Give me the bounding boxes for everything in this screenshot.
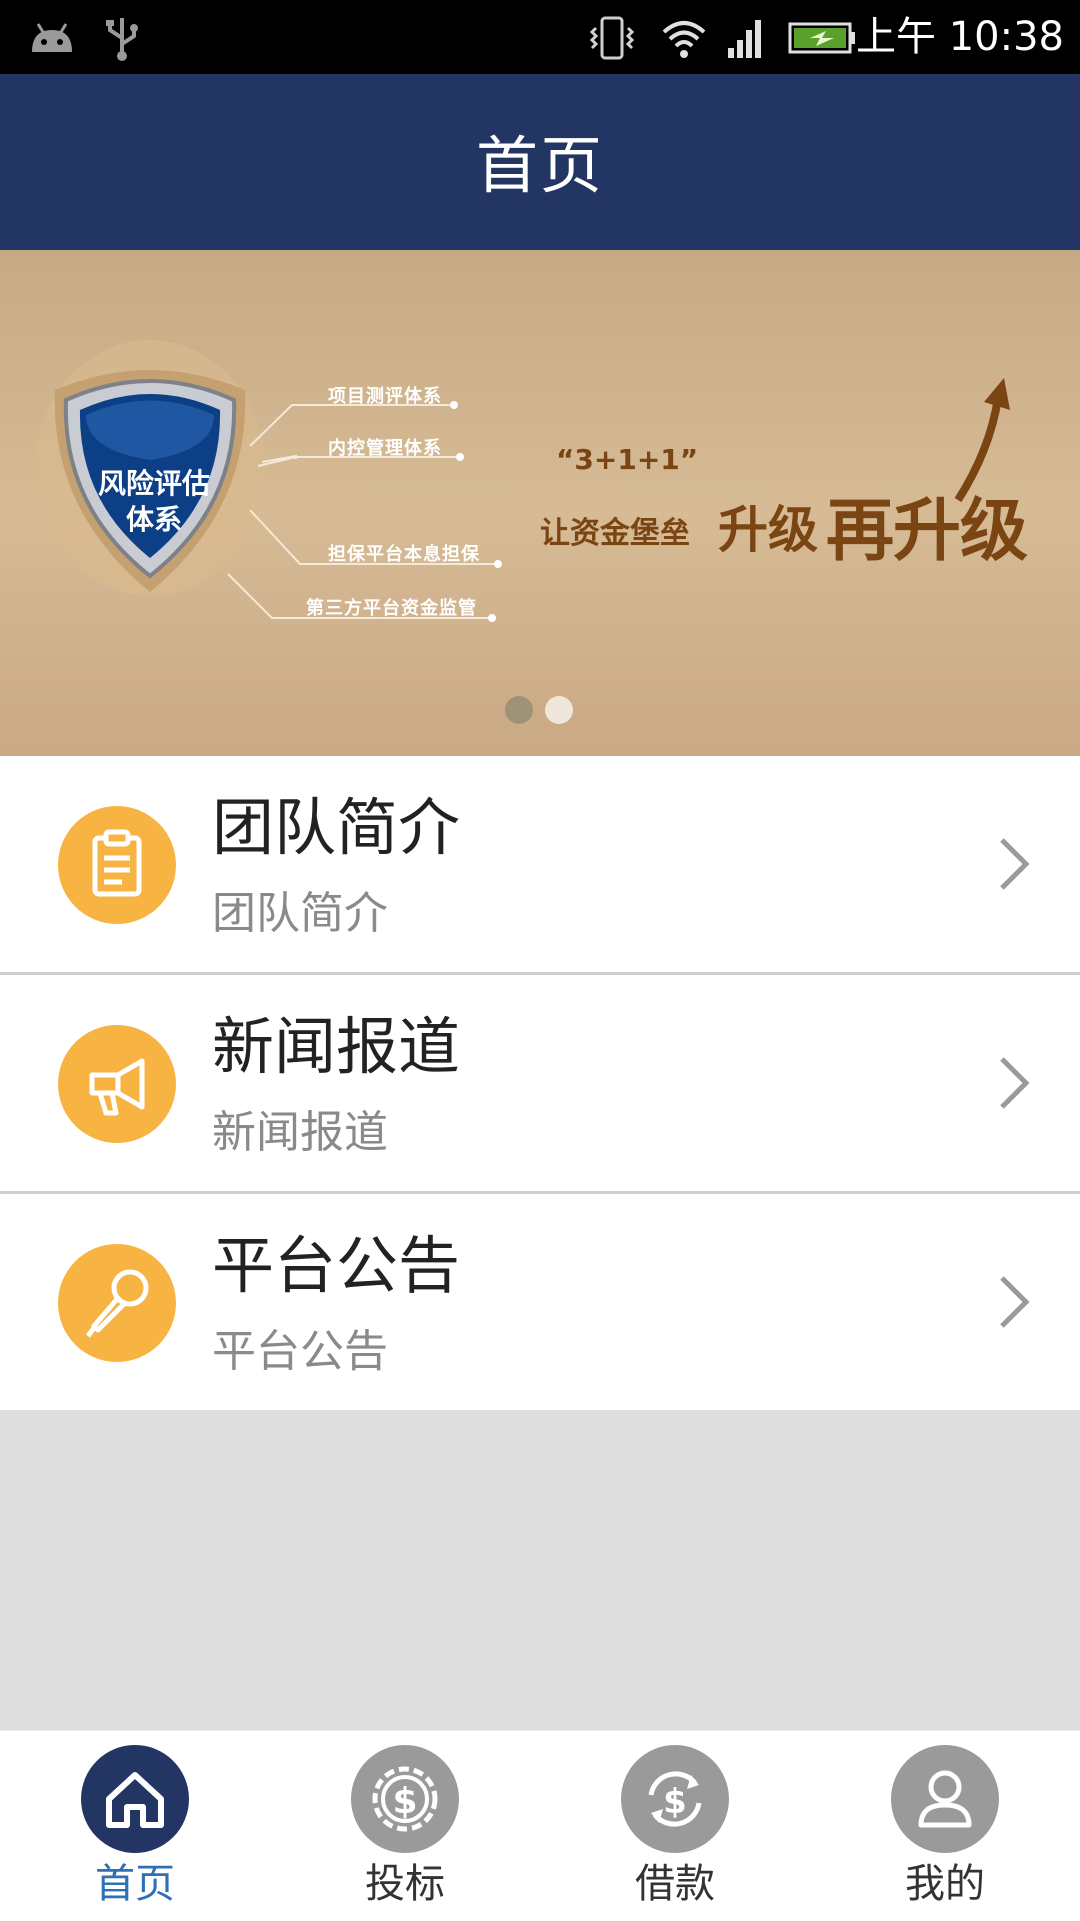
carousel-dot-2[interactable] — [545, 696, 573, 724]
nav-label: 投标 — [365, 1861, 445, 1907]
banner-tag-1: 项目测评体系 — [328, 386, 442, 407]
signal-icon — [728, 20, 761, 58]
list-item-subtitle: 团队简介 — [212, 888, 388, 939]
nav-mine[interactable]: 我的 — [810, 1731, 1080, 1921]
list-item-announcement[interactable]: 平台公告 平台公告 — [0, 1194, 1080, 1410]
title-bar: 首页 — [0, 74, 1080, 250]
banner-formula: “3+1+1” — [556, 443, 699, 476]
banner-tag-2: 内控管理体系 — [328, 438, 442, 459]
chevron-right-icon — [1000, 838, 1030, 890]
banner-tag-4: 第三方平台资金监管 — [306, 598, 477, 619]
nav-borrow[interactable]: $ 借款 — [540, 1731, 810, 1921]
menu-list: 团队简介 团队简介 新闻报道 新闻报道 平台公告 平台公告 — [0, 756, 1080, 1410]
banner-tag-3: 担保平台本息担保 — [328, 544, 480, 565]
nav-label: 首页 — [95, 1861, 175, 1907]
list-item-title: 平台公告 — [212, 1229, 461, 1302]
shield-label: 风险评估 体系 — [74, 466, 234, 538]
shield-label-text: 风险评估 体系 — [97, 467, 210, 536]
svg-text:$: $ — [392, 1781, 417, 1822]
wifi-icon — [662, 21, 706, 58]
promo-banner[interactable]: 风险评估 体系 项目测评体系 内控管理体系 担保平台本息担保 第三方平台资金监管 … — [0, 250, 1080, 756]
usb-icon — [106, 18, 138, 61]
bottom-nav: 首页 $ 投标 $ 借款 我的 — [0, 1730, 1080, 1921]
chevron-right-icon — [1000, 1057, 1030, 1109]
list-item-title: 团队简介 — [212, 791, 461, 864]
status-bar: 上午 10:38 — [0, 0, 1080, 74]
nav-bid[interactable]: $ 投标 — [270, 1731, 540, 1921]
chevron-right-icon — [1000, 1276, 1030, 1328]
megaphone-icon — [58, 1025, 176, 1143]
microphone-icon — [58, 1244, 176, 1362]
nav-label: 借款 — [635, 1861, 715, 1907]
svg-text:$: $ — [663, 1782, 687, 1822]
list-item-subtitle: 新闻报道 — [212, 1107, 388, 1158]
nav-home[interactable]: 首页 — [0, 1731, 270, 1921]
list-item-title: 新闻报道 — [212, 1010, 461, 1083]
nav-label: 我的 — [905, 1861, 985, 1907]
list-item-team-intro[interactable]: 团队简介 团队简介 — [0, 756, 1080, 972]
vibrate-icon — [589, 16, 635, 60]
page-title: 首页 — [475, 129, 604, 202]
list-item-subtitle: 平台公告 — [212, 1326, 388, 1377]
android-icon — [32, 23, 72, 52]
home-icon — [81, 1745, 189, 1853]
dollar-gear-icon: $ — [351, 1745, 459, 1853]
banner-slogan-upgrade: 升级 — [718, 501, 818, 559]
list-item-news[interactable]: 新闻报道 新闻报道 — [0, 975, 1080, 1191]
clipboard-icon — [58, 806, 176, 924]
banner-slogan: 让资金堡垒 — [540, 516, 690, 551]
battery-icon — [788, 22, 855, 54]
banner-slogan-upgrade-again: 再升级 — [826, 492, 1028, 571]
carousel-dot-1[interactable] — [505, 696, 533, 724]
status-time: 上午 10:38 — [856, 14, 1064, 60]
user-icon — [891, 1745, 999, 1853]
dollar-refresh-icon: $ — [621, 1745, 729, 1853]
